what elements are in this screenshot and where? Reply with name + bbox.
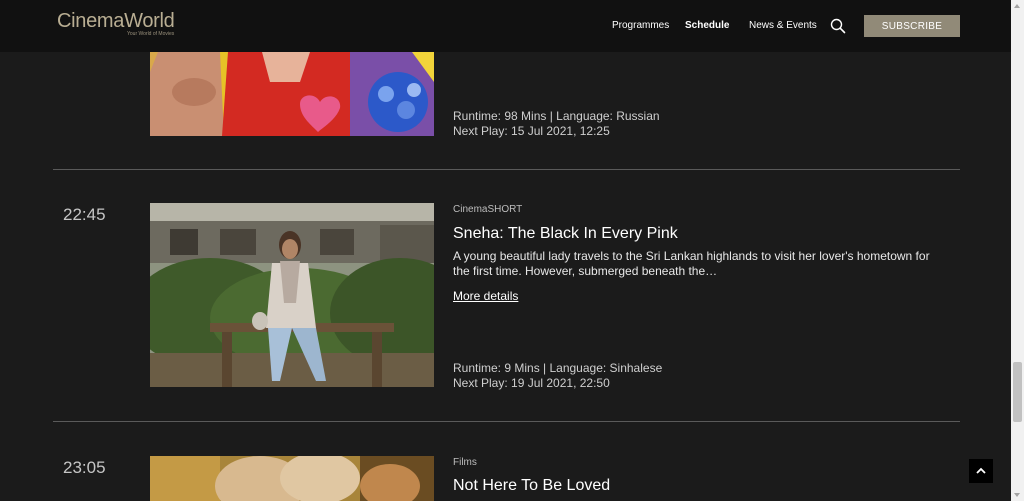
romance-poster-image — [150, 52, 434, 136]
programme-2-next-play: Next Play: 19 Jul 2021, 22:50 — [453, 376, 610, 390]
logo-tagline: Your World of Movies — [127, 31, 175, 37]
nav-news-events[interactable]: News & Events — [749, 20, 817, 31]
back-to-top-button[interactable] — [969, 459, 993, 483]
programme-2-description: A young beautiful lady travels to the Sr… — [453, 249, 930, 278]
chevron-up-icon — [976, 467, 986, 474]
scroll-up-arrow-icon[interactable] — [1014, 4, 1020, 8]
subscribe-button[interactable]: SUBSCRIBE — [864, 15, 960, 37]
divider — [53, 169, 960, 170]
scroll-down-arrow-icon[interactable] — [1014, 493, 1020, 497]
programme-thumbnail-2[interactable] — [150, 203, 434, 387]
scroll-thumb[interactable] — [1013, 362, 1022, 422]
divider — [53, 421, 960, 422]
programme-2-runtime: Runtime: 9 Mins | Language: Sinhalese — [453, 361, 663, 375]
search-icon[interactable] — [830, 18, 846, 34]
cinemaworld-logo[interactable]: CinemaWorld Your World of Movies — [57, 9, 175, 37]
programme-1-next-play: Next Play: 15 Jul 2021, 12:25 — [453, 124, 610, 138]
page-scrollbar[interactable] — [1011, 0, 1024, 501]
logo-text: CinemaWorld — [57, 10, 175, 32]
nav-programmes[interactable]: Programmes — [612, 20, 669, 31]
programme-thumbnail-1[interactable] — [150, 52, 434, 136]
programme-2-category: CinemaSHORT — [453, 204, 523, 215]
more-details-link[interactable]: More details — [453, 289, 518, 303]
sneha-still-image — [150, 203, 434, 387]
programme-3-time: 23:05 — [63, 458, 106, 477]
programme-thumbnail-3[interactable] — [150, 456, 434, 501]
programme-3-category: Films — [453, 457, 477, 468]
programme-2-time: 22:45 — [63, 205, 106, 224]
programme-3-title[interactable]: Not Here To Be Loved — [453, 477, 610, 495]
programme-2-title[interactable]: Sneha: The Black In Every Pink — [453, 225, 678, 243]
site-header: CinemaWorld Your World of Movies Program… — [0, 0, 1011, 52]
not-here-still-image — [150, 456, 434, 501]
programme-1-runtime: Runtime: 98 Mins | Language: Russian — [453, 109, 660, 123]
nav-schedule[interactable]: Schedule — [685, 20, 729, 31]
